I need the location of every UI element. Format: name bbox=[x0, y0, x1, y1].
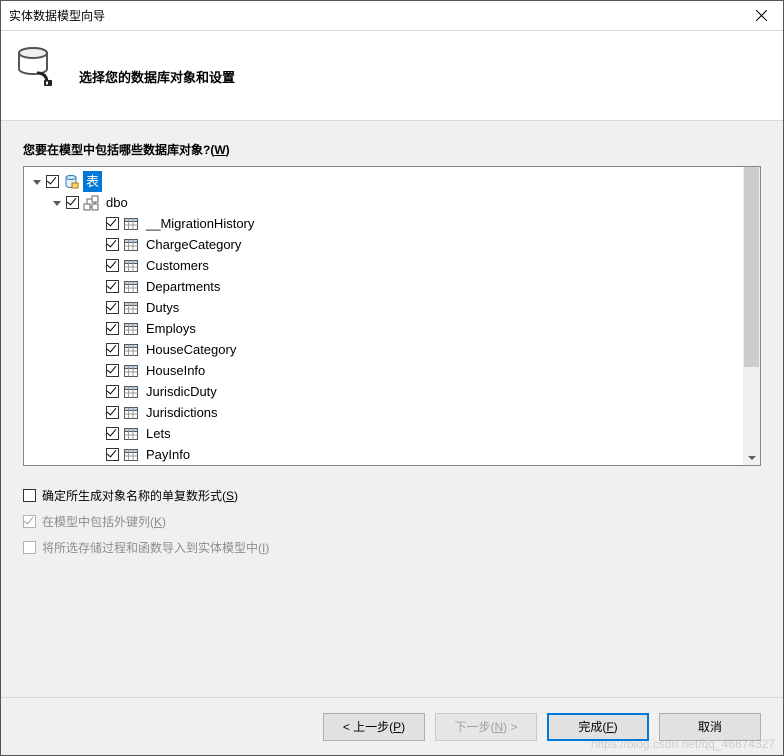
node-checkbox[interactable] bbox=[66, 196, 79, 209]
option-checkbox bbox=[23, 541, 36, 554]
finish-button[interactable]: 完成(F) bbox=[547, 713, 649, 741]
node-checkbox[interactable] bbox=[106, 259, 119, 272]
node-checkbox[interactable] bbox=[106, 280, 119, 293]
node-checkbox[interactable] bbox=[106, 427, 119, 440]
node-label: ChargeCategory bbox=[143, 234, 244, 255]
objects-section-label: 您要在模型中包括哪些数据库对象?(W) bbox=[23, 141, 761, 158]
node-label: Customers bbox=[143, 255, 212, 276]
node-checkbox[interactable] bbox=[106, 385, 119, 398]
node-type-icon bbox=[123, 342, 139, 358]
node-label: HouseCategory bbox=[143, 339, 239, 360]
objects-tree[interactable]: 表dbo __MigrationHistoryChargeCategoryCust… bbox=[24, 167, 743, 465]
tree-node[interactable]: ChargeCategory bbox=[26, 234, 741, 255]
wizard-logo-icon bbox=[15, 43, 63, 91]
node-type-icon bbox=[123, 405, 139, 421]
tree-node[interactable]: dbo bbox=[26, 192, 741, 213]
node-checkbox[interactable] bbox=[106, 301, 119, 314]
chevron-down-icon[interactable] bbox=[50, 196, 64, 210]
tree-scrollbar[interactable] bbox=[743, 167, 760, 465]
node-checkbox[interactable] bbox=[106, 343, 119, 356]
node-checkbox[interactable] bbox=[106, 406, 119, 419]
node-type-icon bbox=[123, 258, 139, 274]
option-label: 确定所生成对象名称的单复数形式(S) bbox=[42, 487, 238, 504]
node-label: __MigrationHistory bbox=[143, 213, 257, 234]
node-checkbox[interactable] bbox=[46, 175, 59, 188]
option-row: 在模型中包括外键列(K) bbox=[23, 508, 761, 534]
node-label: Departments bbox=[143, 276, 223, 297]
back-button[interactable]: < 上一步(P) bbox=[323, 713, 425, 741]
node-type-icon bbox=[83, 195, 99, 211]
option-checkbox[interactable] bbox=[23, 489, 36, 502]
tree-node[interactable]: Dutys bbox=[26, 297, 741, 318]
node-type-icon bbox=[123, 384, 139, 400]
tree-node[interactable]: HouseInfo bbox=[26, 360, 741, 381]
node-label: Lets bbox=[143, 423, 174, 444]
node-label: HouseInfo bbox=[143, 360, 208, 381]
next-button: 下一步(N) > bbox=[435, 713, 537, 741]
tree-node[interactable]: 表 bbox=[26, 171, 741, 192]
node-type-icon bbox=[63, 174, 79, 190]
wizard-heading: 选择您的数据库对象和设置 bbox=[79, 43, 235, 86]
node-label: Employs bbox=[143, 318, 199, 339]
node-checkbox[interactable] bbox=[106, 238, 119, 251]
node-type-icon bbox=[123, 300, 139, 316]
option-checkbox bbox=[23, 515, 36, 528]
node-type-icon bbox=[123, 321, 139, 337]
node-type-icon bbox=[123, 279, 139, 295]
chevron-down-icon[interactable] bbox=[30, 175, 44, 189]
option-label: 在模型中包括外键列(K) bbox=[42, 513, 166, 530]
node-type-icon bbox=[123, 363, 139, 379]
node-type-icon bbox=[123, 447, 139, 463]
tree-node[interactable]: JurisdicDuty bbox=[26, 381, 741, 402]
tree-node[interactable]: Jurisdictions bbox=[26, 402, 741, 423]
tree-node[interactable]: Employs bbox=[26, 318, 741, 339]
node-type-icon bbox=[123, 426, 139, 442]
node-checkbox[interactable] bbox=[106, 217, 119, 230]
tree-node[interactable]: __MigrationHistory bbox=[26, 213, 741, 234]
node-label: JurisdicDuty bbox=[143, 381, 220, 402]
close-button[interactable] bbox=[739, 1, 783, 30]
node-checkbox[interactable] bbox=[106, 364, 119, 377]
node-checkbox[interactable] bbox=[106, 322, 119, 335]
node-label: Dutys bbox=[143, 297, 182, 318]
tree-node[interactable]: HouseCategory bbox=[26, 339, 741, 360]
tree-node[interactable]: Departments bbox=[26, 276, 741, 297]
option-row[interactable]: 确定所生成对象名称的单复数形式(S) bbox=[23, 482, 761, 508]
window-title: 实体数据模型向导 bbox=[9, 7, 739, 24]
tree-node[interactable]: Customers bbox=[26, 255, 741, 276]
node-type-icon bbox=[123, 216, 139, 232]
node-label: dbo bbox=[103, 192, 131, 213]
tree-node[interactable]: Lets bbox=[26, 423, 741, 444]
node-label: PayInfo bbox=[143, 444, 193, 465]
cancel-button[interactable]: 取消 bbox=[659, 713, 761, 741]
tree-node[interactable]: PayInfo bbox=[26, 444, 741, 465]
option-label: 将所选存储过程和函数导入到实体模型中(I) bbox=[42, 539, 269, 556]
node-checkbox[interactable] bbox=[106, 448, 119, 461]
option-row: 将所选存储过程和函数导入到实体模型中(I) bbox=[23, 534, 761, 560]
node-type-icon bbox=[123, 237, 139, 253]
node-label: 表 bbox=[83, 171, 102, 192]
node-label: Jurisdictions bbox=[143, 402, 221, 423]
